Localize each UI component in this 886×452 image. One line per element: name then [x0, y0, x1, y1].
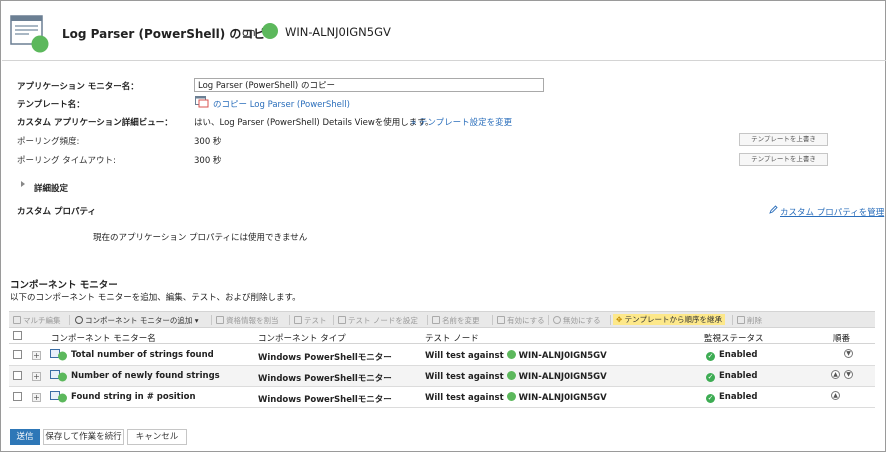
submit-button[interactable]: 送信 [10, 429, 40, 445]
move-up-icon[interactable]: ▲ [831, 391, 840, 400]
custom-view-text: はい、Log Parser (PowerShell) Details Viewを… [194, 118, 434, 128]
powershell-monitor-icon [50, 391, 67, 403]
node-status-icon [506, 392, 516, 401]
component-name[interactable]: Total number of strings found [71, 350, 214, 360]
override-polling-timeout-button[interactable]: テンプレートを上書き [739, 153, 828, 166]
check-circle-icon: ✓ [706, 373, 715, 382]
monitor-status: ✓ Enabled [706, 371, 758, 382]
header-node-name: WIN-ALNJ0IGN5GV [285, 25, 391, 39]
expand-advanced-icon[interactable] [21, 181, 25, 187]
row-checkbox[interactable] [13, 350, 22, 359]
app-monitor-name-input[interactable] [194, 78, 544, 92]
pencil-icon [13, 316, 21, 324]
table-row: + Found string in # position Windows Pow… [9, 387, 875, 408]
column-header-order: 順番 [833, 334, 851, 344]
component-type: Windows PowerShellモニター [258, 374, 392, 384]
powershell-monitor-icon [50, 349, 67, 361]
row-checkbox[interactable] [13, 371, 22, 380]
polling-timeout-value: 300 秒 [194, 156, 222, 166]
monitor-status: ✓ Enabled [706, 350, 758, 361]
change-template-settings-link[interactable]: » テンプレート設定を変更 [411, 116, 512, 128]
column-header-status: 監視ステータス [704, 334, 764, 344]
set-test-node-button[interactable]: テスト ノードを設定 [338, 315, 418, 326]
manage-custom-properties-link[interactable]: カスタム プロパティを管理 [780, 206, 884, 218]
row-checkbox[interactable] [13, 392, 22, 401]
column-header-test-node: テスト ノード [425, 334, 479, 344]
test-node: Will test against WIN-ALNJ0IGN5GV [425, 350, 607, 361]
override-polling-frequency-button[interactable]: テンプレートを上書き [739, 133, 828, 146]
custom-view-label: カスタム アプリケーション詳細ビュー： [17, 118, 173, 128]
node-status-icon [506, 371, 516, 380]
custom-properties-label: カスタム プロパティ [17, 207, 96, 217]
table-row: + Number of newly found strings Windows … [9, 366, 875, 387]
header-on-text: on [242, 26, 256, 39]
polling-timeout-label: ポーリング タイムアウト: [17, 156, 116, 166]
component-type: Windows PowerShellモニター [258, 353, 392, 363]
delete-button[interactable]: 削除 [737, 315, 762, 326]
edit-pencil-icon [769, 205, 778, 214]
test-node: Will test against WIN-ALNJ0IGN5GV [425, 371, 607, 382]
app-monitor-name-label: アプリケーション モニター名： [17, 82, 139, 92]
rename-button[interactable]: 名前を変更 [432, 315, 480, 326]
component-name[interactable]: Number of newly found strings [71, 371, 220, 381]
node-icon [338, 316, 346, 324]
assign-credentials-button[interactable]: 資格情報を割当 [216, 315, 279, 326]
template-icon [195, 96, 209, 108]
trash-icon [737, 316, 745, 324]
cancel-button[interactable]: キャンセル [127, 429, 187, 445]
test-node: Will test against WIN-ALNJ0IGN5GV [425, 392, 607, 403]
component-toolbar: マルチ編集 コンポーネント モニターの追加 ▾ 資格情報を割当 テスト テスト … [9, 311, 875, 328]
node-status-icon [262, 23, 278, 39]
test-button[interactable]: テスト [294, 315, 327, 326]
disable-button[interactable]: 無効にする [553, 315, 601, 326]
polling-frequency-value: 300 秒 [194, 137, 222, 147]
column-header-name: コンポーネント モニター名 [51, 334, 156, 344]
move-down-icon[interactable]: ▼ [844, 349, 853, 358]
page-frame: Log Parser (PowerShell) のコピー on WIN-ALNJ… [0, 0, 886, 452]
monitor-status: ✓ Enabled [706, 392, 758, 403]
powershell-monitor-icon [50, 370, 67, 382]
enable-button[interactable]: 有効にする [497, 315, 545, 326]
expand-row-icon[interactable]: + [32, 393, 41, 402]
select-all-checkbox[interactable] [13, 331, 22, 340]
credentials-icon [216, 316, 224, 324]
rename-icon [432, 316, 440, 324]
application-window-icon [10, 15, 49, 53]
add-component-monitor-button[interactable]: コンポーネント モニターの追加 ▾ [75, 315, 199, 326]
component-name[interactable]: Found string in # position [71, 392, 196, 402]
column-header-type: コンポーネント タイプ [258, 334, 346, 344]
check-circle-icon: ✓ [706, 352, 715, 361]
move-down-icon[interactable]: ▼ [844, 370, 853, 379]
component-monitors-title: コンポーネント モニター [10, 280, 118, 291]
check-circle-icon: ✓ [706, 394, 715, 403]
template-name-label: テンプレート名： [17, 100, 85, 110]
component-type: Windows PowerShellモニター [258, 395, 392, 405]
polling-frequency-label: ポーリング頻度: [17, 137, 80, 147]
node-status-icon [506, 350, 516, 359]
advanced-settings-toggle[interactable]: 詳細設定 [34, 182, 68, 194]
move-up-icon[interactable]: ▲ [831, 370, 840, 379]
table-header: コンポーネント モニター名 コンポーネント タイプ テスト ノード 監視ステータ… [9, 328, 875, 344]
expand-row-icon[interactable]: + [32, 372, 41, 381]
save-and-continue-button[interactable]: 保存して作業を続行 [43, 429, 124, 445]
move-icon: ✥ [616, 315, 625, 324]
no-properties-message: 現在のアプリケーション プロパティには使用できません [93, 233, 308, 243]
plus-circle-icon [75, 316, 83, 324]
component-monitors-description: 以下のコンポーネント モニターを追加、編集、テスト、および削除します。 [10, 293, 301, 303]
table-row: + Total number of strings found Windows … [9, 345, 875, 366]
inherit-order-from-template-button[interactable]: ✥ テンプレートから順序を継承 [613, 314, 725, 325]
test-icon [294, 316, 302, 324]
multi-edit-button[interactable]: マルチ編集 [13, 315, 61, 326]
disable-icon [553, 316, 561, 324]
enable-icon [497, 316, 505, 324]
page-header: Log Parser (PowerShell) のコピー on WIN-ALNJ… [2, 2, 886, 61]
template-name-link[interactable]: のコピー Log Parser (PowerShell) [213, 98, 350, 110]
expand-row-icon[interactable]: + [32, 351, 41, 360]
